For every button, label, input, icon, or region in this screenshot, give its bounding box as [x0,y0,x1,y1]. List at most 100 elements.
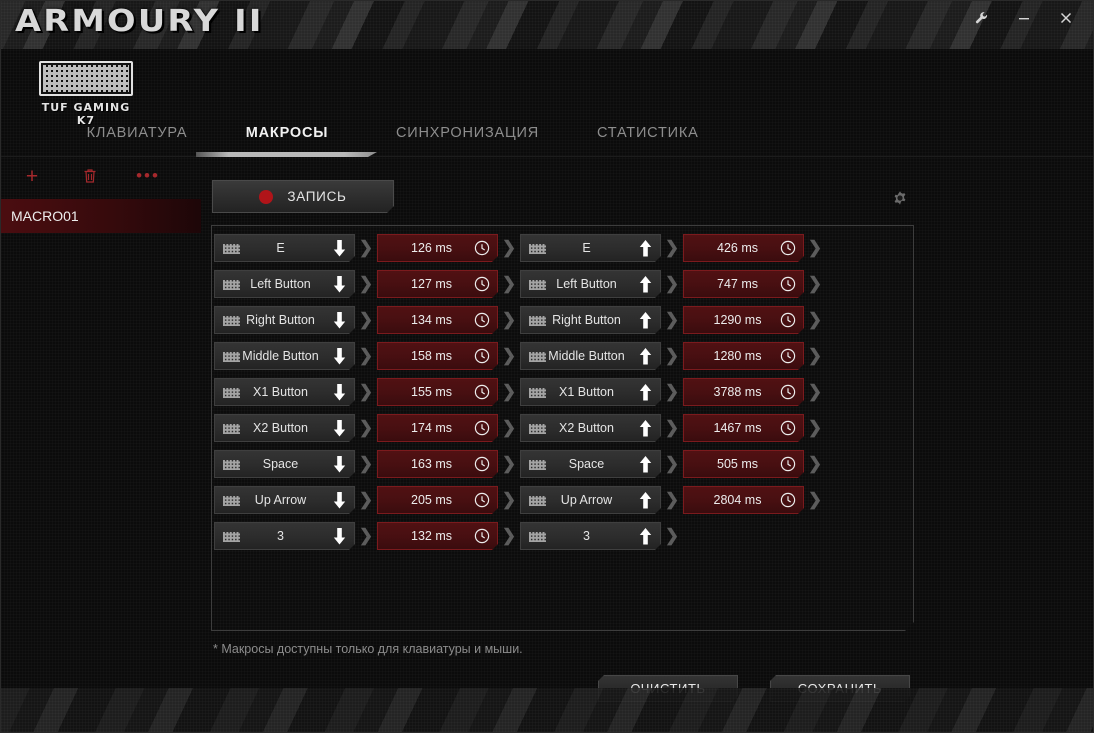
product-info[interactable]: TUF GAMING K7 [31,61,141,127]
macro-delay-cell[interactable]: 155 ms [377,378,498,406]
gear-icon[interactable] [889,187,911,209]
active-tab-underline [196,152,377,157]
macro-key-cell[interactable]: X2 Button [520,414,661,442]
row-chevron-icon[interactable]: ❯ [498,454,520,474]
macro-delay-cell[interactable]: 132 ms [377,522,498,550]
table-row: Up Arrow ❯ 205 ms ❯ Up Arrow ❯ 2804 ms ❯ [214,482,826,518]
macro-key-cell[interactable]: Up Arrow [520,486,661,514]
row-chevron-icon[interactable]: ❯ [804,382,826,402]
more-options-icon[interactable]: ••• [136,167,158,185]
macro-key-cell[interactable]: Right Button [520,306,661,334]
minimize-icon[interactable] [1013,7,1035,29]
row-chevron-icon[interactable]: ❯ [355,346,377,366]
macro-delay-cell[interactable]: 426 ms [683,234,804,262]
row-chevron-icon[interactable]: ❯ [498,238,520,258]
row-chevron-icon[interactable]: ❯ [498,346,520,366]
row-chevron-icon[interactable]: ❯ [661,238,683,258]
macro-name-label: MACRO01 [11,208,79,224]
macro-key-cell[interactable]: 3 [214,522,355,550]
macro-delay-cell[interactable]: 2804 ms [683,486,804,514]
macro-delay-cell[interactable]: 3788 ms [683,378,804,406]
row-chevron-icon[interactable]: ❯ [498,490,520,510]
macro-key-cell[interactable]: X1 Button [214,378,355,406]
window-controls [971,1,1087,35]
row-chevron-icon[interactable]: ❯ [661,346,683,366]
row-chevron-icon[interactable]: ❯ [498,526,520,546]
keyboard-icon [529,424,546,434]
macro-key-cell[interactable]: Left Button [520,270,661,298]
arrow-up-icon [639,528,652,550]
arrow-up-icon [639,240,652,262]
row-chevron-icon[interactable]: ❯ [661,310,683,330]
macro-delay-cell[interactable]: 1280 ms [683,342,804,370]
tab-sync[interactable]: СИНХРОНИЗАЦИЯ [396,125,538,157]
macro-delay-cell[interactable]: 747 ms [683,270,804,298]
row-chevron-icon[interactable]: ❯ [661,382,683,402]
row-chevron-icon[interactable]: ❯ [355,382,377,402]
row-chevron-icon[interactable]: ❯ [498,382,520,402]
macro-delay-cell[interactable]: 126 ms [377,234,498,262]
macro-key-cell[interactable]: Middle Button [214,342,355,370]
row-chevron-icon[interactable]: ❯ [661,490,683,510]
product-brand: TUF GAMING [41,101,131,114]
macro-delay-cell[interactable]: 1467 ms [683,414,804,442]
sidebar-item-macro01[interactable]: MACRO01 [1,199,201,233]
macro-key-cell[interactable]: E [214,234,355,262]
row-chevron-icon[interactable]: ❯ [804,310,826,330]
add-macro-icon[interactable]: + [23,166,41,187]
row-chevron-icon[interactable]: ❯ [661,274,683,294]
macro-delay-cell[interactable]: 158 ms [377,342,498,370]
row-chevron-icon[interactable]: ❯ [661,454,683,474]
row-chevron-icon[interactable]: ❯ [661,526,683,546]
macro-key-cell[interactable]: Up Arrow [214,486,355,514]
row-chevron-icon[interactable]: ❯ [355,526,377,546]
row-chevron-icon[interactable]: ❯ [355,490,377,510]
row-chevron-icon[interactable]: ❯ [804,454,826,474]
macro-delay-cell[interactable]: 1290 ms [683,306,804,334]
row-chevron-icon[interactable]: ❯ [804,274,826,294]
row-chevron-icon[interactable]: ❯ [498,310,520,330]
row-chevron-icon[interactable]: ❯ [355,274,377,294]
clock-icon [780,456,796,477]
macro-key-cell[interactable]: Right Button [214,306,355,334]
record-button[interactable]: ЗАПИСЬ [212,180,394,213]
row-chevron-icon[interactable]: ❯ [661,418,683,438]
row-chevron-icon[interactable]: ❯ [355,418,377,438]
macro-delay-cell[interactable]: 134 ms [377,306,498,334]
clock-icon [780,276,796,297]
row-chevron-icon[interactable]: ❯ [498,418,520,438]
clock-icon [474,276,490,297]
wrench-icon[interactable] [971,7,993,29]
macro-sidebar: + ••• MACRO01 [1,159,201,679]
macro-key-cell[interactable]: Left Button [214,270,355,298]
macro-key-cell[interactable]: Space [520,450,661,478]
row-chevron-icon[interactable]: ❯ [804,418,826,438]
macro-key-cell[interactable]: 3 [520,522,661,550]
row-chevron-icon[interactable]: ❯ [804,238,826,258]
macro-delay-cell[interactable]: 127 ms [377,270,498,298]
macro-key-cell[interactable]: E [520,234,661,262]
row-chevron-icon[interactable]: ❯ [804,346,826,366]
row-chevron-icon[interactable]: ❯ [355,454,377,474]
macro-key-cell[interactable]: X2 Button [214,414,355,442]
keyboard-icon [223,388,240,398]
row-chevron-icon[interactable]: ❯ [355,310,377,330]
macro-delay-cell[interactable]: 205 ms [377,486,498,514]
row-chevron-icon[interactable]: ❯ [355,238,377,258]
tab-stats[interactable]: СТАТИСТИКА [597,125,698,157]
clock-icon [780,420,796,441]
macro-key-cell[interactable]: X1 Button [520,378,661,406]
row-chevron-icon[interactable]: ❯ [498,274,520,294]
macro-delay-cell[interactable]: 505 ms [683,450,804,478]
macro-key-cell[interactable]: Space [214,450,355,478]
tab-keyboard[interactable]: КЛАВИАТУРА [57,125,217,157]
macro-delay-cell[interactable]: 163 ms [377,450,498,478]
row-chevron-icon[interactable]: ❯ [804,490,826,510]
trash-icon[interactable] [81,167,99,185]
macro-delay-cell[interactable]: 174 ms [377,414,498,442]
keyboard-icon [223,280,240,290]
macro-toolbar: + ••• [1,159,201,193]
close-icon[interactable] [1055,7,1077,29]
keyboard-icon [223,460,240,470]
macro-key-cell[interactable]: Middle Button [520,342,661,370]
